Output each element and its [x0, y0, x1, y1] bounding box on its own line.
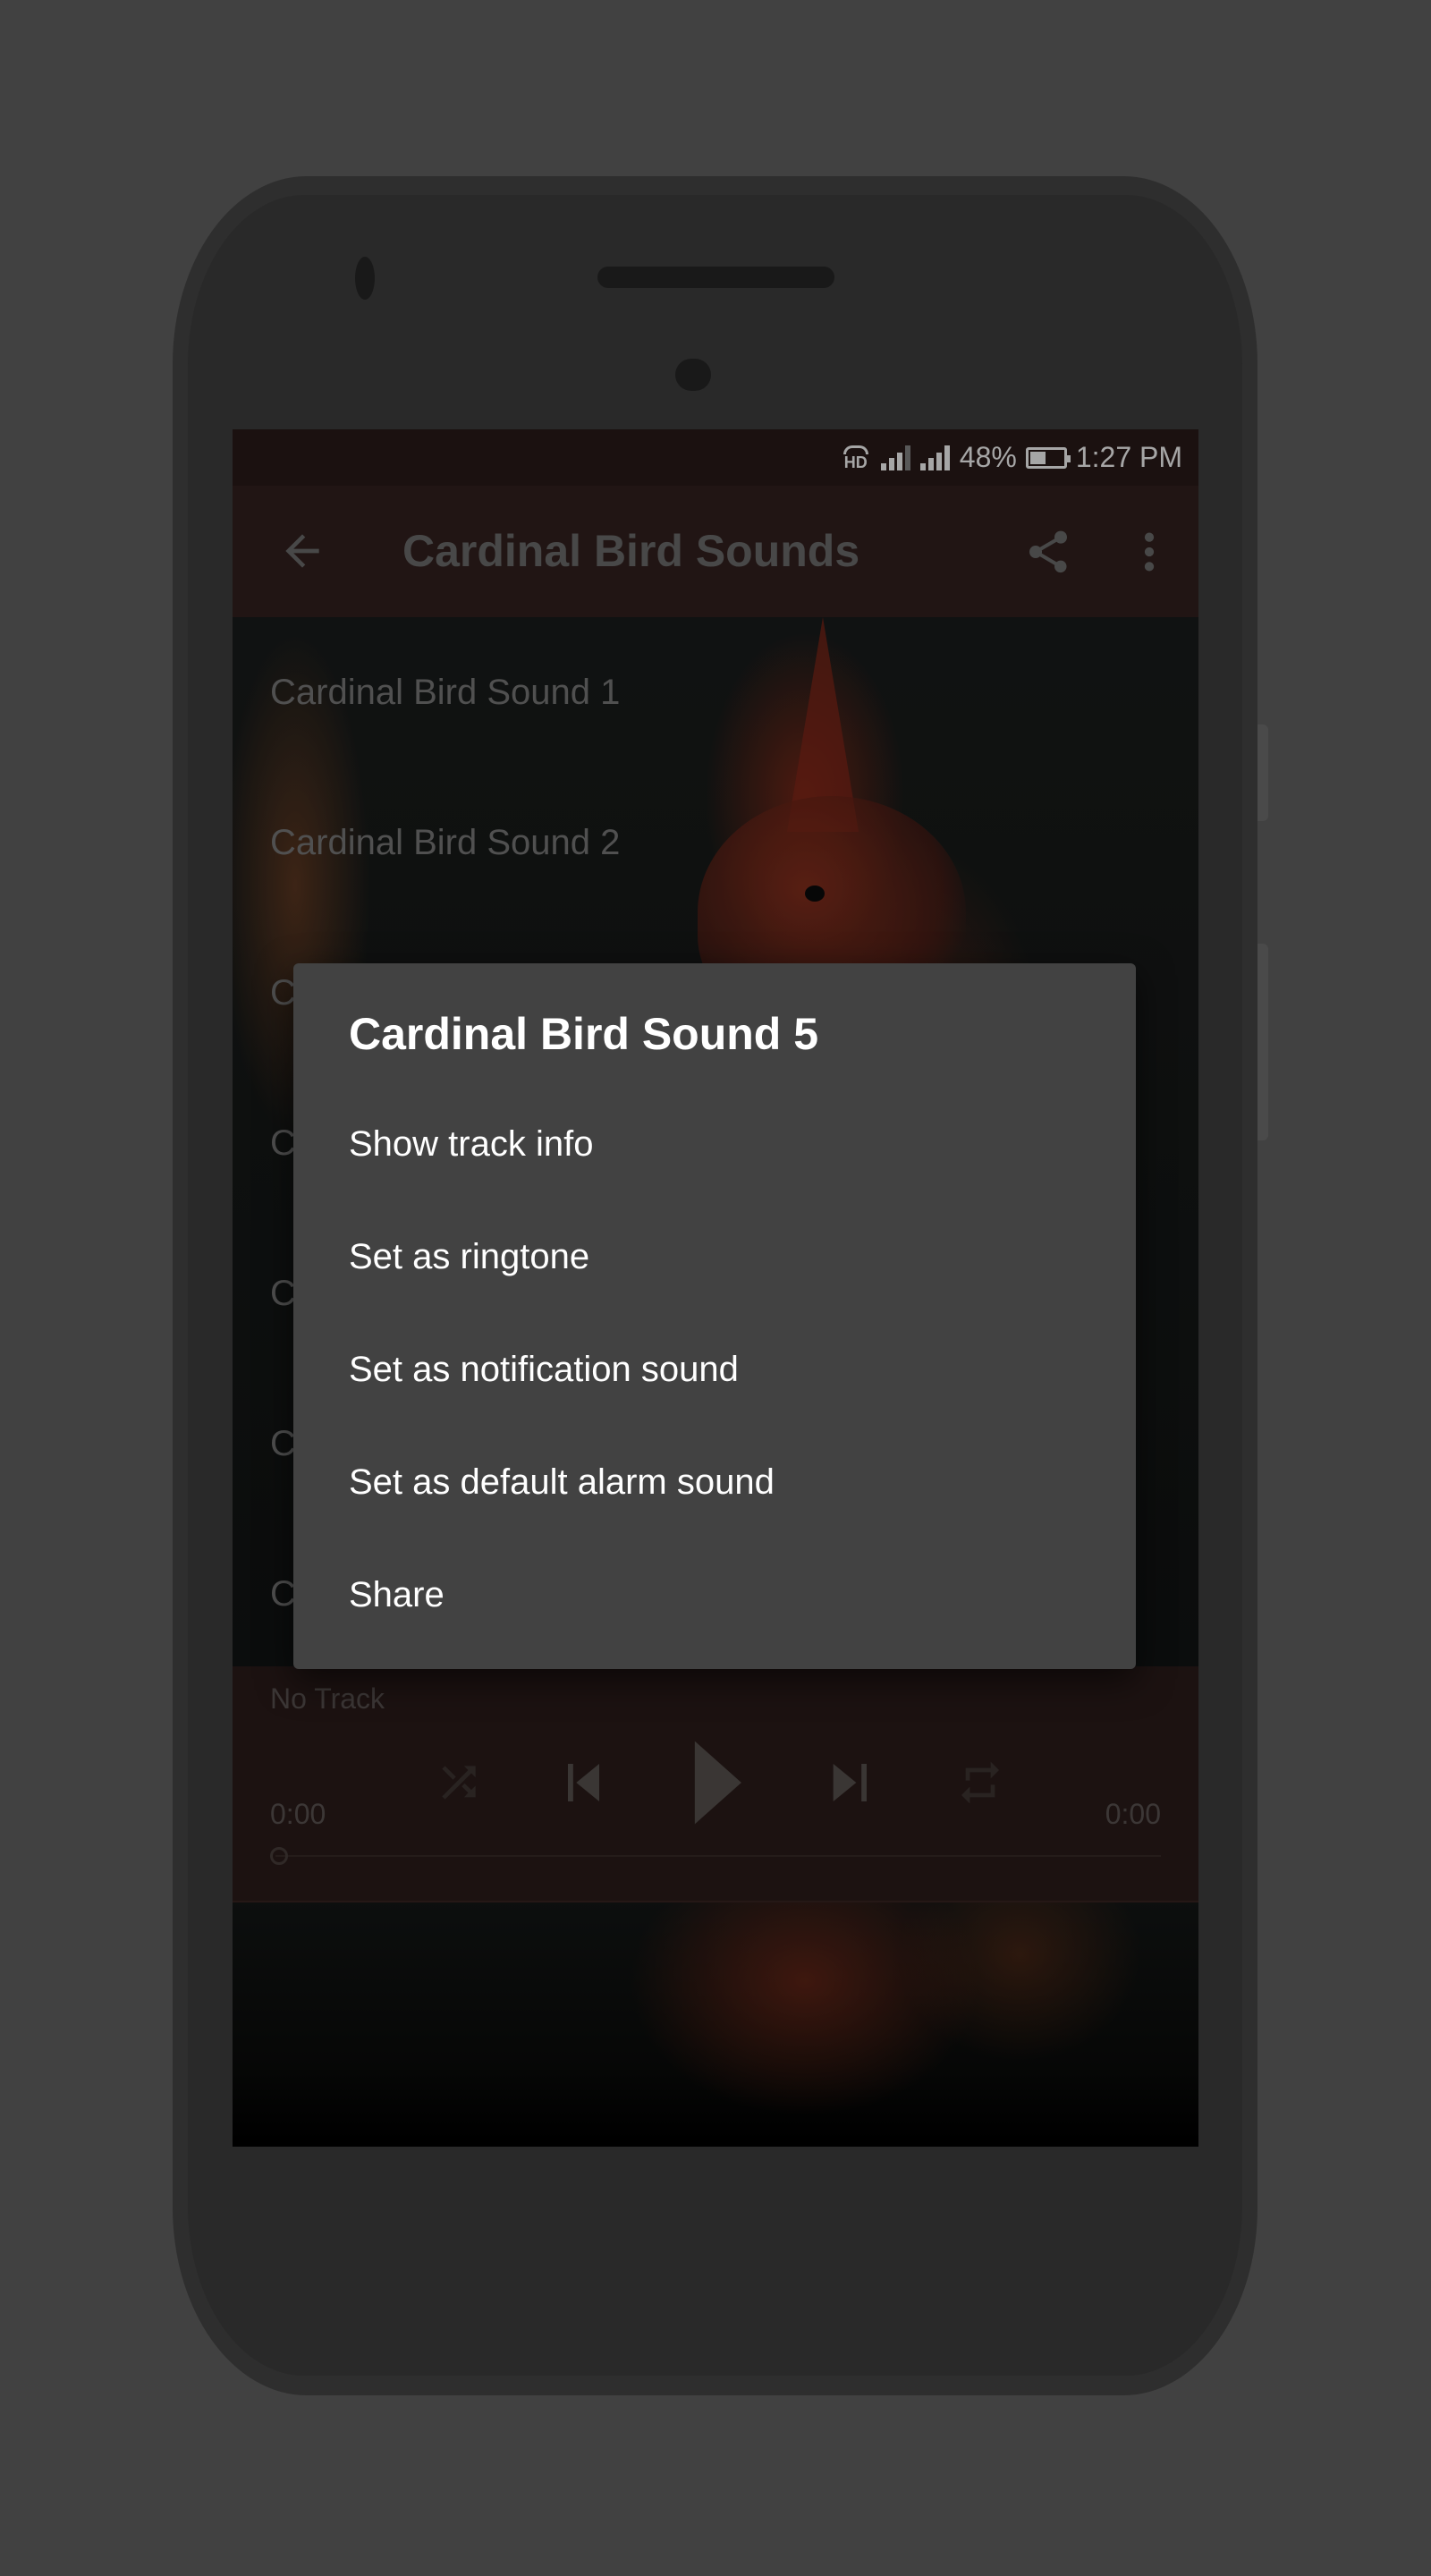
- hd-voice-icon: HD: [840, 445, 872, 470]
- repeat-button[interactable]: [955, 1747, 1005, 1818]
- track-item[interactable]: Cardinal Bird Sound 1: [233, 617, 1198, 767]
- battery-percent: 48%: [959, 441, 1017, 473]
- overflow-menu-button[interactable]: [1136, 527, 1163, 577]
- hd-label: HD: [843, 453, 868, 471]
- now-playing-title: No Track: [270, 1682, 385, 1715]
- signal-sim2-icon: [919, 445, 951, 470]
- menu-item-set-notification[interactable]: Set as notification sound: [293, 1313, 1136, 1426]
- previous-button[interactable]: [562, 1747, 612, 1818]
- track-item[interactable]: Cardinal Bird Sound 2: [233, 767, 1198, 918]
- volume-button: [1257, 944, 1268, 1140]
- menu-item-share[interactable]: Share: [293, 1538, 1136, 1651]
- play-button[interactable]: [684, 1733, 747, 1832]
- repeat-icon: [961, 1761, 999, 1804]
- arrow-left-icon: [285, 534, 319, 568]
- phone-screen: HD 48% 1:27 PM Cardinal Bird Sounds Card…: [233, 429, 1198, 2147]
- menu-item-set-alarm[interactable]: Set as default alarm sound: [293, 1426, 1136, 1538]
- battery-icon: [1025, 446, 1071, 469]
- skip-previous-icon: [568, 1764, 599, 1801]
- power-button: [1257, 724, 1268, 821]
- status-bar: HD 48% 1:27 PM: [233, 429, 1198, 486]
- proximity-sensor: [675, 359, 711, 391]
- shuffle-icon: [442, 1766, 476, 1800]
- play-icon: [694, 1741, 741, 1825]
- app-toolbar: Cardinal Bird Sounds: [233, 486, 1198, 617]
- back-button[interactable]: [277, 526, 327, 576]
- shuffle-button[interactable]: [434, 1747, 484, 1818]
- track-options-dialog: Cardinal Bird Sound 5 Show track info Se…: [293, 963, 1136, 1669]
- seek-thumb[interactable]: [270, 1847, 288, 1865]
- earpiece-speaker: [597, 267, 834, 288]
- page-title: Cardinal Bird Sounds: [402, 526, 860, 576]
- menu-item-set-ringtone[interactable]: Set as ringtone: [293, 1200, 1136, 1313]
- share-icon: [1029, 530, 1067, 573]
- total-time: 0:00: [1105, 1798, 1161, 1830]
- skip-next-icon: [833, 1764, 867, 1801]
- dialog-title: Cardinal Bird Sound 5: [349, 1009, 819, 1059]
- player-bar: No Track 0:00 0:00: [233, 1666, 1198, 1902]
- seek-bar[interactable]: [270, 1847, 1161, 1865]
- share-button[interactable]: [1023, 527, 1073, 577]
- elapsed-time: 0:00: [270, 1798, 326, 1830]
- next-button[interactable]: [823, 1747, 873, 1818]
- clock: 1:27 PM: [1075, 441, 1182, 473]
- more-vert-icon: [1144, 532, 1155, 572]
- bottom-photo: [233, 1901, 1198, 2147]
- battery-level: [1029, 451, 1046, 464]
- menu-item-show-track-info[interactable]: Show track info: [293, 1088, 1136, 1200]
- signal-sim1-icon: [880, 445, 911, 470]
- front-camera: [355, 257, 375, 300]
